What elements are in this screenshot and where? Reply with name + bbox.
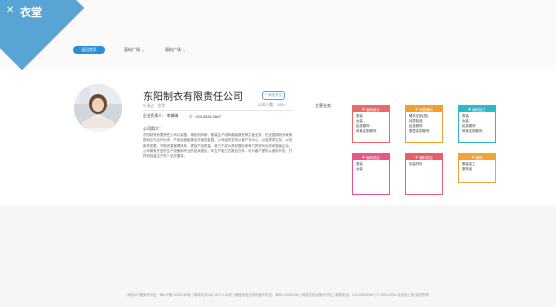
close-icon[interactable]: × (183, 48, 185, 53)
follow-button[interactable]: + 添加关注 (262, 91, 285, 100)
business-card-title: 面料供应 (366, 155, 380, 160)
filter-tag-label: 面料广场 (124, 47, 140, 52)
business-item-list: 男装 女装 (353, 160, 389, 174)
business-item-list: 男装 女装 民族服饰 修身定制服饰 (353, 112, 389, 136)
avatar (74, 84, 122, 132)
needle-icon: ◈ (468, 107, 471, 111)
site-logo[interactable]: 衣堂 (20, 4, 42, 20)
company-name: 东阳制衣有限责任公司 (143, 92, 243, 103)
business-item[interactable]: 修身定制服饰 (356, 129, 386, 134)
business-card-title: 可靠面料 (419, 107, 433, 112)
shirt-icon: ◈ (471, 155, 475, 159)
business-item[interactable]: 女装 (356, 167, 386, 172)
thread-icon: ◈ (415, 107, 418, 111)
button-icon: ◈ (415, 155, 418, 159)
business-card-title: 面料设计 (366, 107, 380, 112)
phone-number: 023-5535 2847 (195, 114, 222, 119)
business-card-title: 面料加工 (472, 107, 486, 112)
scissors-icon: ◈ (362, 107, 365, 111)
business-item[interactable]: 修身定制服饰 (462, 129, 492, 134)
footer-info: 网站ICP备案许可证：粤ICP备14052155号 | 粤网文[2016] 16… (127, 293, 429, 297)
business-item-list: 男装 女装 民族服饰 修身定制服饰 (459, 112, 495, 136)
company-size: 公司人数：100+ (258, 103, 286, 107)
filter-tag-2[interactable]: 面料广场 × (165, 46, 185, 54)
contact-row: 企业负责人： 李琳琳 ✆ 023-5535 2847 (143, 114, 221, 119)
business-card[interactable]: ◈ 服饰 服装加工 服饰品 (458, 153, 496, 183)
business-card-title: 辅料供应 (419, 155, 433, 160)
close-icon[interactable]: × (142, 48, 144, 53)
divider (143, 110, 293, 111)
main-business-label: 主营业务 (315, 103, 331, 108)
business-card[interactable]: ◈ 可靠面料 睡衣定制(男) 袜类制品 民族服饰 婴童定制服饰 (405, 105, 443, 143)
business-item-list: 服装加工 服饰品 (459, 160, 495, 174)
legal-person-label: 企业负责人： (143, 114, 166, 118)
business-card[interactable]: ◈ 面料供应 男装 女装 (352, 153, 390, 195)
business-item-list: 睡衣定制(男) 袜类制品 民族服饰 婴童定制服饰 (406, 112, 442, 136)
business-card[interactable]: ◈ 面料设计 男装 女装 民族服饰 修身定制服饰 (352, 105, 390, 143)
business-item[interactable]: 包装材料 (409, 162, 439, 167)
location-pin-icon: ⚲ (143, 104, 146, 108)
filter-tag-label: 面料广场 (165, 47, 181, 52)
business-item[interactable]: 婴童定制服饰 (409, 129, 439, 134)
wings-icon: ✕ (6, 5, 15, 16)
fabric-icon: ◈ (362, 155, 365, 159)
back-home-button[interactable]: 返回首页 (73, 46, 105, 54)
business-card-title: 服饰 (475, 155, 483, 160)
filter-tag-1[interactable]: 面料广场 × (124, 46, 144, 54)
top-band: ✕ 衣堂 (0, 0, 556, 71)
intro-title: 公司简介： (143, 126, 163, 131)
legal-person-name: 李琳琳 (166, 114, 179, 118)
business-card[interactable]: ◈ 面料加工 男装 女装 民族服饰 修身定制服饰 (458, 105, 496, 143)
company-intro: 东阳制衣有限责任公司以染整、棉纺织科研、服装生产线和服装销售等主营业务，在全国拥… (143, 133, 293, 159)
business-card[interactable]: ◈ 辅料供应包装材料 (405, 153, 443, 195)
business-item[interactable]: 服饰品 (462, 167, 492, 172)
phone-icon: ✆ (189, 114, 193, 119)
company-location: ⚲ 浙江 · 金华 (143, 104, 166, 108)
business-item-list: 包装材料 (406, 160, 442, 169)
